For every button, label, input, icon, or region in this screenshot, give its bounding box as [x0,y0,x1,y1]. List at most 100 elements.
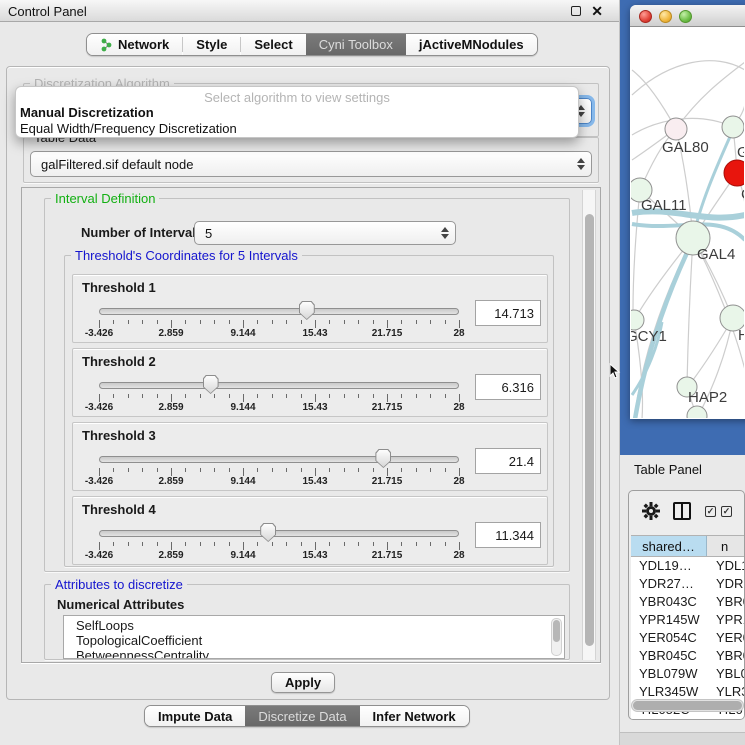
checkbox-icon[interactable]: ✓ [705,506,716,517]
threshold-panel: Threshold 2-3.4262.8599.14415.4321.71528… [72,348,548,417]
slider-track[interactable] [99,382,459,389]
minimize-traffic-light-icon[interactable] [659,10,672,23]
network-node-label: HAP2 [688,389,727,406]
attribute-list-item[interactable]: TopologicalCoefficient [64,633,564,648]
tick-mark [445,542,446,546]
tick-mark [200,468,201,472]
tick-label: 28 [453,328,464,339]
table-row[interactable]: YBL079WYBL0 [631,665,745,683]
tab-discretize-data-label: Discretize Data [258,709,346,724]
tick-mark [358,468,359,472]
slider-track[interactable] [99,308,459,315]
slider-track[interactable] [99,456,459,463]
network-node-label: GAL11 [641,197,687,214]
threshold-value-field[interactable]: 6.316 [475,374,541,400]
slider-thumb[interactable] [375,449,391,468]
tab-jactivemnodules[interactable]: jActiveMNodules [406,34,537,55]
tick-mark [99,394,100,402]
panel-vertical-scrollbar[interactable] [582,190,596,660]
tick-mark [387,468,388,476]
slider-tick-labels: -3.4262.8599.14415.4321.71528 [99,328,459,340]
slider-track[interactable] [99,530,459,537]
checkbox-icon[interactable]: ✓ [721,506,732,517]
tick-mark [344,394,345,398]
network-canvas[interactable]: GAL80GACGAL11GAL4GCY1HHAP2 [631,27,744,418]
network-window-titlebar[interactable] [630,5,745,27]
tick-mark [286,394,287,398]
desktop-background: GAL80GACGAL11GAL4GCY1HHAP2 [620,0,745,455]
tick-mark [229,394,230,398]
tab-discretize-data[interactable]: Discretize Data [245,706,359,726]
table-row[interactable]: YBR043CYBR0 [631,593,745,611]
combobox-stepper-icon[interactable] [571,152,591,176]
scrollbar-thumb[interactable] [553,620,560,642]
tick-mark [171,394,172,402]
scrollbar-thumb[interactable] [585,214,594,646]
tick-mark [185,468,186,472]
threshold-value-field[interactable]: 14.713 [475,300,541,326]
threshold-value-field[interactable]: 11.344 [475,522,541,548]
tick-mark [200,394,201,398]
tick-mark [358,542,359,546]
tick-label: -3.426 [85,476,113,487]
float-window-icon[interactable] [571,6,581,16]
tick-label: 9.144 [230,402,255,413]
number-of-intervals-combobox[interactable]: 5 [194,221,456,245]
tab-cyni-toolbox[interactable]: Cyni Toolbox [306,34,406,55]
column-header-name[interactable]: n [707,536,745,556]
scrollbar-thumb[interactable] [633,701,742,710]
table-row[interactable]: YER054CYER0 [631,629,745,647]
gear-icon[interactable] [642,502,660,520]
table-row[interactable]: YDL19…YDL1 [631,557,745,575]
network-node[interactable] [631,310,644,330]
tab-select[interactable]: Select [241,34,305,55]
interval-definition-group: Interval Definition Number of Intervals … [44,198,570,572]
slider-thumb[interactable] [260,523,276,542]
tick-label: 21.715 [372,550,403,561]
table-row[interactable]: YBR045CYBR0 [631,647,745,665]
threshold-panel: Threshold 4-3.4262.8599.14415.4321.71528… [72,496,548,565]
slider-thumb[interactable] [203,375,219,394]
columns-icon[interactable] [673,502,691,520]
tab-impute-data[interactable]: Impute Data [145,706,245,726]
dropdown-prompt[interactable]: Select algorithm to view settings [16,87,578,105]
tick-mark [358,394,359,398]
control-panel-window: Control Panel ✕ Network Style Select Cyn… [0,0,620,745]
network-graph[interactable]: GAL80GACGAL11GAL4GCY1HHAP2 [631,27,744,418]
column-header-shared[interactable]: shared… [631,536,707,556]
tick-mark [272,394,273,398]
close-traffic-light-icon[interactable] [639,10,652,23]
tick-mark [185,542,186,546]
apply-button[interactable]: Apply [271,672,335,693]
attributes-scrollbar[interactable] [551,618,562,656]
tab-infer-network[interactable]: Infer Network [360,706,469,726]
numerical-attributes-list[interactable]: SelfLoopsTopologicalCoefficientBetweenne… [63,615,565,659]
threshold-value-field[interactable]: 21.4 [475,448,541,474]
dropdown-option-manual[interactable]: Manual Discretization [16,105,578,121]
tab-cyni-toolbox-label: Cyni Toolbox [319,37,393,52]
attribute-list-item[interactable]: SelfLoops [64,616,564,633]
network-view-window[interactable]: GAL80GACGAL11GAL4GCY1HHAP2 [630,5,745,419]
network-node[interactable] [687,406,707,418]
network-node[interactable] [722,116,744,138]
network-edge [687,238,693,385]
tick-label: 2.859 [158,328,183,339]
attribute-list-item[interactable]: BetweennessCentrality [64,648,564,659]
tick-label: 21.715 [372,402,403,413]
combobox-stepper-icon[interactable] [435,222,455,244]
zoom-traffic-light-icon[interactable] [679,10,692,23]
network-node[interactable] [724,160,744,186]
network-node[interactable] [665,118,687,140]
tab-network[interactable]: Network [87,34,182,55]
dropdown-option-equal-width[interactable]: Equal Width/Frequency Discretization [16,121,578,137]
slider-thumb[interactable] [299,301,315,320]
close-icon[interactable]: ✕ [591,2,603,20]
tick-mark [459,394,460,402]
table-row[interactable]: YDR27…YDR2 [631,575,745,593]
table-horizontal-scrollbar[interactable] [631,699,744,712]
tab-style[interactable]: Style [183,34,240,55]
tick-mark [214,394,215,398]
table-data-combobox[interactable]: galFiltered.sif default node [30,151,592,177]
tick-mark [243,542,244,550]
table-row[interactable]: YPR145WYPR1 [631,611,745,629]
